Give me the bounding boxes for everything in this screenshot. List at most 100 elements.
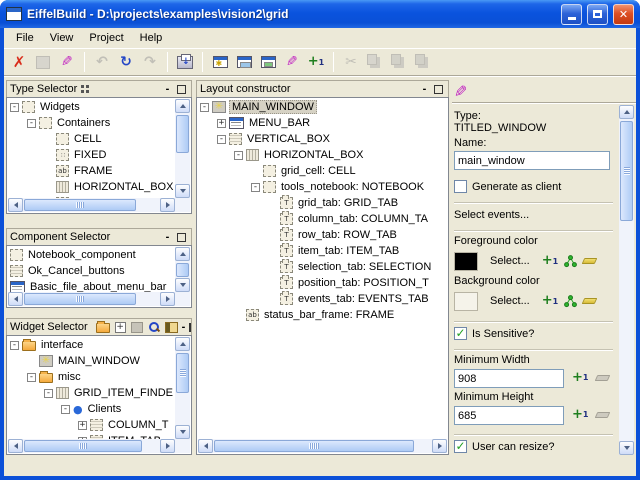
scroll-left-button[interactable] — [198, 439, 213, 453]
tree-row[interactable]: -VERTICAL_BOX — [198, 131, 446, 147]
vertical-scrollbar[interactable] — [619, 105, 634, 455]
scroll-right-button[interactable] — [160, 292, 175, 306]
menu-view[interactable]: View — [42, 29, 82, 47]
menu-file[interactable]: File — [8, 29, 42, 47]
scrollbar-thumb[interactable] — [176, 115, 189, 153]
panel-maximize-button[interactable] — [189, 323, 191, 332]
expand-icon[interactable]: + — [78, 421, 87, 430]
collapse-icon[interactable]: - — [200, 103, 209, 112]
panel-minimize-button[interactable]: - — [419, 85, 430, 93]
scroll-left-button[interactable] — [8, 439, 23, 453]
scroll-down-button[interactable] — [619, 441, 634, 455]
maximize-button[interactable] — [587, 4, 608, 25]
scroll-right-button[interactable] — [160, 198, 175, 212]
tree-row[interactable]: -misc — [8, 369, 175, 385]
window-settings-button[interactable] — [209, 51, 231, 73]
tree-row[interactable]: Tgrid_tab: GRID_TAB — [198, 195, 446, 211]
tree-row[interactable]: -●Clients — [8, 401, 175, 417]
collapse-icon[interactable]: - — [234, 151, 243, 160]
package-icon[interactable] — [165, 322, 178, 333]
tree-row[interactable]: Tselection_tab: SELECTION — [198, 259, 446, 275]
collapse-icon[interactable]: - — [27, 373, 36, 382]
foreground-select-button[interactable]: Select... — [484, 253, 536, 269]
horizontal-scrollbar[interactable] — [8, 292, 175, 306]
tree-row[interactable]: +MENU_BAR — [198, 115, 446, 131]
build-button[interactable]: ✎ — [56, 51, 78, 73]
tree-row[interactable]: abFRAME — [8, 163, 175, 179]
add-one-icon[interactable]: +1 — [572, 410, 588, 420]
scroll-up-button[interactable] — [619, 105, 634, 119]
user-can-resize-checkbox[interactable]: ✓ — [454, 440, 467, 453]
tree-row[interactable]: -Widgets — [8, 99, 175, 115]
tree-row[interactable]: grid_cell: CELL — [198, 163, 446, 179]
color-tree-icon[interactable] — [564, 295, 577, 308]
tree-row[interactable]: -HORIZONTAL_BOX — [198, 147, 446, 163]
scroll-down-button[interactable] — [175, 184, 190, 198]
tree-row[interactable]: Tcolumn_tab: COLUMN_TA — [198, 211, 446, 227]
search-icon[interactable] — [148, 321, 160, 333]
minimize-button[interactable] — [561, 4, 582, 25]
tree-row[interactable]: Tposition_tab: POSITION_T — [198, 275, 446, 291]
scroll-down-button[interactable] — [175, 425, 190, 439]
scrollbar-thumb[interactable] — [24, 293, 136, 305]
foreground-color-swatch[interactable] — [454, 252, 478, 271]
blank-icon[interactable] — [131, 322, 143, 333]
menu-help[interactable]: Help — [132, 29, 171, 47]
background-color-swatch[interactable] — [454, 292, 478, 311]
erase-color-icon[interactable] — [582, 258, 598, 264]
builder-tool-button[interactable]: ✎ — [281, 51, 303, 73]
collapse-icon[interactable]: - — [10, 341, 19, 350]
generate-as-client-checkbox[interactable] — [454, 180, 467, 193]
tree-row[interactable]: -Containers — [8, 115, 175, 131]
collapse-icon[interactable]: - — [251, 183, 260, 192]
preview-window-button[interactable] — [233, 51, 255, 73]
scrollbar-thumb[interactable] — [620, 121, 633, 221]
scroll-up-button[interactable] — [175, 337, 190, 351]
background-select-button[interactable]: Select... — [484, 293, 536, 309]
horizontal-scrollbar[interactable] — [8, 198, 175, 212]
color-tree-icon[interactable] — [564, 255, 577, 268]
scrollbar-thumb[interactable] — [176, 353, 189, 393]
scroll-up-button[interactable] — [175, 247, 190, 261]
add-one-icon[interactable]: +1 — [572, 373, 588, 383]
collapse-icon[interactable]: - — [217, 135, 226, 144]
tree-row[interactable]: HORIZONTAL_BOX — [8, 179, 175, 195]
tree-row[interactable]: Trow_tab: ROW_TAB — [198, 227, 446, 243]
scroll-down-button[interactable] — [175, 278, 190, 292]
tree-row[interactable]: CELL — [8, 131, 175, 147]
collapse-icon[interactable]: - — [61, 405, 70, 414]
vertical-scrollbar[interactable] — [175, 99, 190, 198]
tree-row[interactable]: Tevents_tab: EVENTS_TAB — [198, 291, 446, 307]
tree-row[interactable]: Notebook_component — [8, 247, 175, 263]
collapse-icon[interactable]: - — [10, 103, 19, 112]
panel-minimize-button[interactable]: - — [182, 323, 186, 331]
close-button[interactable]: ✕ — [613, 4, 634, 25]
horizontal-scrollbar[interactable] — [198, 439, 447, 453]
scrollbar-thumb[interactable] — [24, 440, 142, 452]
vertical-scrollbar[interactable] — [175, 337, 190, 439]
tree-row[interactable]: -tools_notebook: NOTEBOOK — [198, 179, 446, 195]
folder-icon[interactable] — [96, 323, 110, 333]
is-sensitive-checkbox[interactable]: ✓ — [454, 327, 467, 340]
tree-row[interactable]: -interface — [8, 337, 175, 353]
scrollbar-thumb[interactable] — [24, 199, 136, 211]
name-input[interactable] — [454, 151, 610, 170]
collapse-icon[interactable]: - — [44, 389, 53, 398]
panel-maximize-button[interactable] — [177, 85, 186, 94]
add-one-icon[interactable]: +1 — [542, 256, 558, 266]
panel-maximize-button[interactable] — [434, 85, 443, 94]
collapse-icon[interactable]: - — [27, 119, 36, 128]
vertical-scrollbar[interactable] — [175, 247, 190, 292]
refresh-button[interactable]: ↻ — [115, 51, 137, 73]
delete-button[interactable]: ✗ — [8, 51, 30, 73]
scroll-left-button[interactable] — [8, 292, 23, 306]
scroll-up-button[interactable] — [175, 99, 190, 113]
select-events-button[interactable]: Select events... — [454, 209, 613, 221]
tree-row[interactable]: Titem_tab: ITEM_TAB — [198, 243, 446, 259]
tree-row[interactable]: Ok_Cancel_buttons — [8, 263, 175, 279]
tree-row[interactable]: Basic_file_about_menu_bar — [8, 279, 175, 292]
scroll-right-button[interactable] — [432, 439, 447, 453]
tree-row[interactable]: +COLUMN_T — [8, 417, 175, 433]
tree-row[interactable]: -✳MAIN_WINDOW — [198, 99, 446, 115]
tree-row[interactable]: abstatus_bar_frame: FRAME — [198, 307, 446, 323]
